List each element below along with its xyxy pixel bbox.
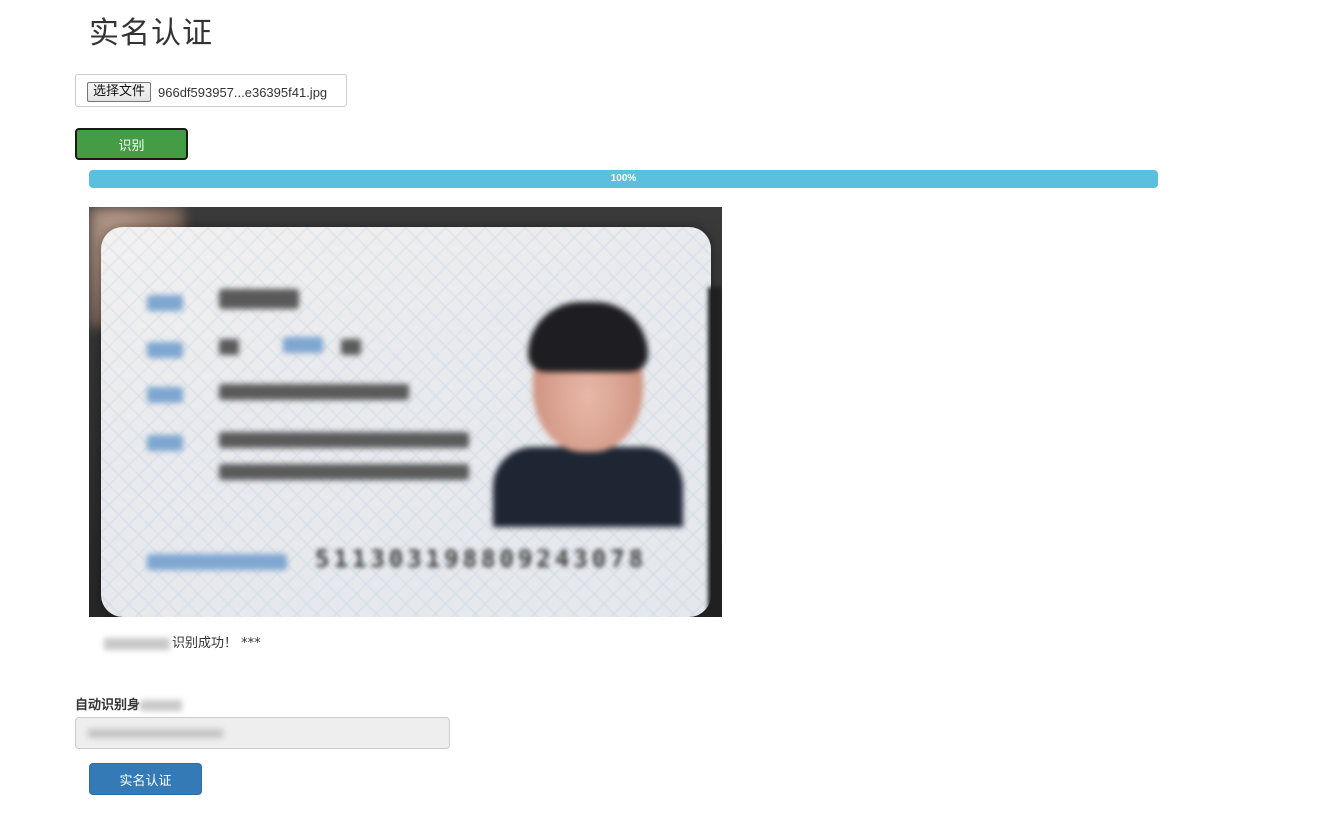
id-number-value: 511303198809243078 (315, 545, 648, 573)
recognition-result: 识别成功！ *** (104, 632, 261, 651)
id-label-text: 自动识别身 (75, 698, 141, 713)
page-title: 实名认证 (89, 16, 213, 51)
selected-file-name: 966df593957...e36395f41.jpg (158, 85, 328, 100)
background-strip (708, 287, 722, 617)
address-field-label (147, 435, 183, 451)
id-card-photo: 511303198809243078 (89, 207, 722, 617)
real-name-verify-button[interactable]: 实名认证 (89, 763, 202, 795)
recognize-button[interactable]: 识别 (75, 128, 188, 160)
birth-field-label (147, 387, 183, 403)
address-line-2 (219, 464, 469, 480)
portrait-hair (528, 302, 648, 372)
birth-field-value (219, 384, 409, 400)
gender-field-label (147, 342, 183, 358)
progress-bar-fill: 100% (89, 170, 1158, 188)
masked-label-suffix (140, 700, 183, 711)
choose-file-button[interactable]: 选择文件 (87, 82, 152, 102)
portrait-body (493, 447, 683, 527)
name-field-value (219, 289, 299, 309)
id-number-field-label: 自动识别身 (75, 694, 183, 713)
id-number-label (147, 554, 287, 570)
ethnicity-field-label (283, 337, 323, 353)
address-line-1 (219, 432, 469, 448)
masked-id-value (88, 729, 223, 738)
id-portrait (493, 287, 683, 527)
file-upload-field[interactable]: 选择文件 966df593957...e36395f41.jpg (75, 74, 347, 107)
masked-name (104, 637, 170, 650)
gender-field-value (219, 339, 239, 355)
id-number-input[interactable] (75, 717, 450, 749)
name-field-label (147, 295, 183, 311)
upload-progress: 100% (89, 170, 1158, 188)
ethnicity-field-value (341, 339, 361, 355)
id-card: 511303198809243078 (101, 227, 711, 617)
result-message: 识别成功！ *** (172, 636, 261, 651)
